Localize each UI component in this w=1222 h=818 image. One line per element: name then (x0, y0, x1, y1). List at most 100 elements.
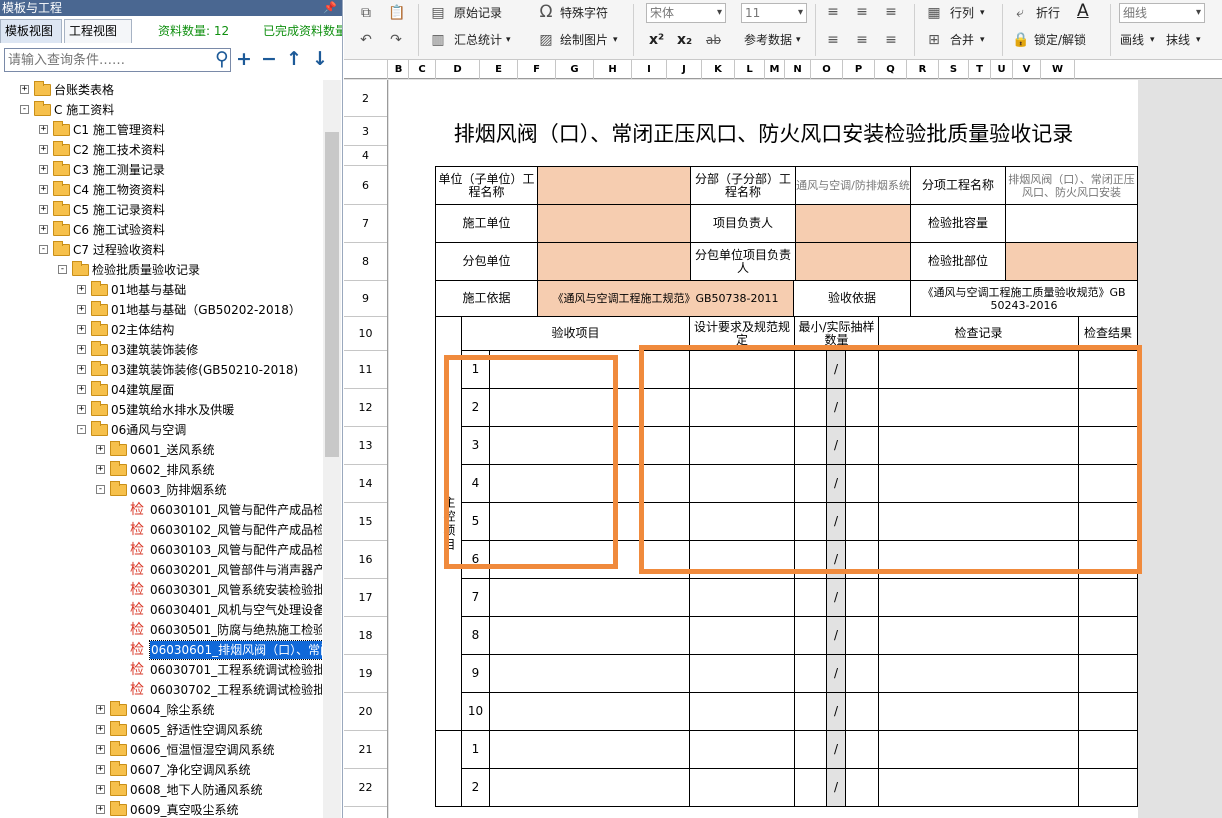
strikethrough-button[interactable]: ab (706, 29, 721, 51)
column-header[interactable]: H (594, 60, 632, 79)
undo-icon[interactable]: ↶ (358, 32, 374, 48)
tree-item-folder[interactable]: +0604_除尘系统 (0, 700, 322, 720)
tree-item-folder[interactable]: +03建筑装饰装修(GB50210-2018) (0, 360, 322, 380)
tree-item-form[interactable]: 检 06030501_防腐与绝热施工检验批 (0, 620, 322, 640)
ref-data-dropdown-icon[interactable]: ▾ (796, 29, 801, 51)
expand-icon[interactable]: + (77, 385, 86, 394)
merge-icon[interactable]: ⊞ (926, 32, 942, 48)
row-header[interactable]: 15 (344, 503, 387, 541)
unit-project-field[interactable] (538, 166, 691, 205)
row-header[interactable]: 8 (344, 243, 387, 281)
row-header[interactable]: 19 (344, 655, 387, 693)
tree-item-folder[interactable]: - 检验批质量验收记录 (0, 260, 322, 280)
row-header[interactable]: 4 (344, 146, 387, 166)
row-header[interactable]: 10 (344, 317, 387, 351)
align-right-icon[interactable]: ≡ (883, 32, 899, 48)
check-result-field[interactable] (1079, 579, 1138, 617)
column-header[interactable]: F (518, 60, 556, 79)
expand-icon[interactable]: + (39, 205, 48, 214)
move-down-icon[interactable]: ↓ (309, 48, 331, 72)
column-header[interactable]: T (969, 60, 991, 79)
sub-project-value[interactable]: 通风与空调/防排烟系统 (796, 166, 911, 205)
general-sample-min-field[interactable] (795, 731, 827, 769)
general-sample-min-field[interactable] (795, 769, 827, 807)
expand-icon[interactable]: + (39, 145, 48, 154)
row-header[interactable]: 20 (344, 693, 387, 731)
summary-icon[interactable]: ▥ (430, 32, 446, 48)
tree-item-folder[interactable]: + C5 施工记录资料 (0, 200, 322, 220)
design-requirement-field[interactable] (690, 655, 795, 693)
lock-unlock-button[interactable]: 锁定/解锁 (1034, 29, 1086, 51)
tree-item-form[interactable]: 检 06030101_风管与配件产成品检验 (0, 500, 322, 520)
tree-item-folder[interactable]: +05建筑给水排水及供暖 (0, 400, 322, 420)
batch-location-field[interactable] (1006, 243, 1138, 281)
general-check-result-field[interactable] (1079, 769, 1138, 807)
tree-item-folder[interactable]: +04建筑屋面 (0, 380, 322, 400)
erase-line-button[interactable]: 抹线 (1166, 29, 1190, 51)
check-record-field[interactable] (879, 655, 1079, 693)
expand-icon[interactable]: + (96, 445, 105, 454)
expand-icon[interactable]: + (39, 125, 48, 134)
align-center-icon[interactable]: ≡ (854, 32, 870, 48)
acceptance-basis-value[interactable]: 《通风与空调工程施工质量验收规范》GB 50243-2016 (911, 281, 1138, 317)
expand-icon[interactable]: + (39, 225, 48, 234)
tree-item-folder[interactable]: +0609_真空吸尘系统 (0, 800, 322, 818)
font-color-button[interactable]: A (1077, 0, 1089, 22)
summary-button[interactable]: 汇总统计 (454, 29, 502, 51)
tree-item-folder[interactable]: +01地基与基础 (0, 280, 322, 300)
expand-icon[interactable]: + (96, 805, 105, 814)
line-style-select[interactable]: 细线 (1119, 3, 1205, 23)
expand-icon[interactable]: + (96, 765, 105, 774)
expand-icon[interactable]: + (77, 285, 86, 294)
tree-item-form[interactable]: 检 06030102_风管与配件产成品检验 (0, 520, 322, 540)
row-header[interactable]: 17 (344, 579, 387, 617)
column-header[interactable]: D (436, 60, 480, 79)
design-requirement-field[interactable] (690, 693, 795, 731)
check-record-field[interactable] (879, 579, 1079, 617)
expand-icon[interactable]: + (96, 465, 105, 474)
erase-line-dropdown-icon[interactable]: ▾ (1196, 29, 1201, 51)
align-left-icon[interactable]: ≡ (825, 32, 841, 48)
tree-item-folder[interactable]: +0601_送风系统 (0, 440, 322, 460)
tree-item-folder[interactable]: + C3 施工测量记录 (0, 160, 322, 180)
general-check-record-field[interactable] (879, 731, 1079, 769)
column-header[interactable]: K (702, 60, 735, 79)
tree-item-folder[interactable]: + C4 施工物资资料 (0, 180, 322, 200)
tree-item-folder[interactable]: +0607_净化空调风系统 (0, 760, 322, 780)
superscript-button[interactable]: x² (649, 29, 664, 51)
column-header[interactable]: Q (875, 60, 907, 79)
align-middle-icon[interactable]: ≡ (854, 4, 870, 20)
row-header[interactable]: 22 (344, 769, 387, 807)
general-item-field[interactable] (490, 731, 690, 769)
tree-item-folder[interactable]: +03建筑装饰装修 (0, 340, 322, 360)
align-top-icon[interactable]: ≡ (825, 4, 841, 20)
general-sample-actual-field[interactable] (846, 769, 879, 807)
sample-actual-field[interactable] (846, 617, 879, 655)
subcontractor-field[interactable] (538, 243, 691, 281)
expand-icon[interactable]: + (77, 405, 86, 414)
copy-icon[interactable]: ⧉ (358, 5, 374, 21)
check-result-field[interactable] (1079, 617, 1138, 655)
general-requirement-field[interactable] (690, 769, 795, 807)
tree-item-form[interactable]: 检 06030601_排烟风阀（口）、常闭 (0, 640, 322, 660)
expand-icon[interactable]: + (39, 165, 48, 174)
check-result-field[interactable] (1079, 655, 1138, 693)
sample-actual-field[interactable] (846, 655, 879, 693)
tree-item-folder[interactable]: +01地基与基础（GB50202-2018） (0, 300, 322, 320)
font-size-select[interactable]: 11 (741, 3, 807, 23)
column-header[interactable]: O (811, 60, 843, 79)
tree-item-folder[interactable]: + C2 施工技术资料 (0, 140, 322, 160)
expand-icon[interactable]: + (20, 85, 29, 94)
wrap-icon[interactable]: ⤶ (1012, 5, 1028, 21)
column-header[interactable]: W (1041, 60, 1075, 79)
design-requirement-field[interactable] (690, 579, 795, 617)
batch-capacity-field[interactable] (1006, 205, 1138, 243)
draw-picture-button[interactable]: 绘制图片 (560, 29, 608, 51)
collapse-icon[interactable]: - (96, 485, 105, 494)
expand-icon[interactable]: + (77, 345, 86, 354)
sample-actual-field[interactable] (846, 693, 879, 731)
check-record-field[interactable] (879, 617, 1079, 655)
expand-icon[interactable]: + (96, 745, 105, 754)
tree-item-folder[interactable]: +0605_舒适性空调风系统 (0, 720, 322, 740)
column-header[interactable]: U (991, 60, 1013, 79)
